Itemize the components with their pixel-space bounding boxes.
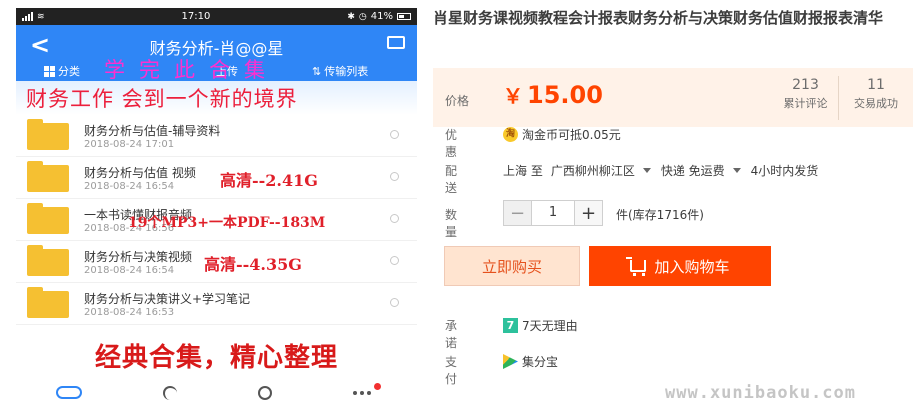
- quantity-label: 数量: [445, 208, 458, 239]
- file-row[interactable]: 财务分析与决策讲义+学习笔记 2018-08-24 16:53: [16, 283, 417, 325]
- chevron-down-icon[interactable]: [732, 168, 741, 173]
- file-row[interactable]: 财务分析与估值 视频 2018-08-24 16:54: [16, 157, 417, 199]
- transfer-icon: ⇅: [312, 64, 322, 78]
- quantity-input[interactable]: 1: [531, 201, 575, 225]
- quantity-stepper: − 1 +: [503, 200, 603, 226]
- payment-label: 支付: [445, 355, 458, 386]
- ship-from: 上海 至: [503, 164, 543, 178]
- folder-icon: [27, 245, 69, 276]
- overlay-size-mp3: 19个MP3+一本PDF--183M: [128, 215, 326, 231]
- add-to-cart-button[interactable]: 加入购物车: [589, 246, 771, 286]
- banner-bottom-caption: 经典合集，精心整理: [16, 327, 417, 383]
- alarm-icon: ◷: [358, 11, 367, 22]
- file-name: 财务分析与决策讲义+学习笔记: [84, 292, 251, 306]
- select-radio[interactable]: [390, 298, 399, 307]
- price-currency: ￥: [503, 84, 523, 108]
- more-icon[interactable]: [352, 383, 381, 400]
- folder-icon: [27, 287, 69, 318]
- buy-now-button[interactable]: 立即购买: [444, 246, 580, 286]
- stat-sales: 11 交易成功: [843, 77, 909, 111]
- file-list: 财务分析与估值-辅导资料 2018-08-24 17:01 财务分析与估值 视频…: [16, 115, 417, 325]
- taobao-coin-icon: 淘: [503, 127, 518, 142]
- select-radio[interactable]: [390, 256, 399, 265]
- stat-value: 11: [867, 77, 885, 93]
- battery-icon: [396, 13, 411, 20]
- transfer-list-button[interactable]: ⇅ 传输列表: [312, 63, 368, 79]
- wifi-icon: ≋: [37, 11, 45, 22]
- notification-dot: [373, 383, 381, 390]
- select-radio[interactable]: [390, 214, 399, 223]
- status-time: 17:10: [181, 11, 211, 22]
- promo-value: 淘 淘金币可抵0.05元: [503, 126, 621, 143]
- price-label: 价格: [445, 94, 470, 108]
- price-panel: 价格 ￥ 15.00 213 累计评论 11 交易成功: [433, 68, 913, 127]
- select-radio[interactable]: [390, 130, 399, 139]
- file-date: 2018-08-24 17:01: [84, 139, 175, 150]
- category-label: 分类: [58, 65, 80, 78]
- ship-destination[interactable]: 广西柳州柳江区: [551, 162, 635, 179]
- price-amount: 15.00: [527, 81, 603, 109]
- file-name: 财务分析与估值 视频: [84, 166, 196, 180]
- overlay-size-hd1: 高清--2.41G: [220, 171, 318, 190]
- shipping-value: 上海 至 广西柳州柳江区 快递 免运费 4小时内发货: [503, 162, 818, 179]
- banner-top-caption: 财务工作 会到一个新的境界: [16, 81, 417, 115]
- page: ≋ 17:10 ✱ ◷ 41% < 财务分析-肖@@星 分类 上传 ⇅ 传输列表…: [0, 0, 918, 403]
- chevron-down-icon[interactable]: [642, 168, 651, 173]
- increase-button[interactable]: +: [575, 201, 602, 225]
- select-radio[interactable]: [390, 172, 399, 181]
- file-name: 财务分析与估值-辅导资料: [84, 124, 221, 138]
- stat-caption: 交易成功: [854, 97, 898, 110]
- clock-icon[interactable]: [257, 386, 272, 400]
- jifenbao-icon: [503, 354, 518, 369]
- transfer-label: 传输列表: [324, 65, 369, 78]
- category-button[interactable]: 分类: [44, 63, 80, 79]
- stat-reviews[interactable]: 213 累计评论: [778, 77, 833, 111]
- ship-time: 4小时内发货: [750, 164, 819, 178]
- watermark: www.xunibaoku.com: [665, 383, 856, 403]
- bluetooth-icon: ✱: [347, 11, 355, 22]
- promise-label: 承诺: [445, 319, 458, 350]
- promise-value[interactable]: 7 7天无理由: [503, 317, 578, 334]
- stat-caption: 累计评论: [783, 97, 828, 110]
- divider: [838, 76, 839, 120]
- folder-icon: [27, 203, 69, 234]
- payment-value[interactable]: 集分宝: [503, 353, 558, 370]
- overlay-size-hd2: 高清--4.35G: [204, 255, 302, 274]
- cloud-icon[interactable]: [56, 386, 83, 399]
- folder-icon: [27, 119, 69, 150]
- battery-percent: 41%: [370, 11, 393, 22]
- promise-text: 7天无理由: [522, 319, 578, 333]
- file-date: 2018-08-24 16:54: [84, 181, 175, 192]
- share-icon[interactable]: [163, 386, 178, 400]
- stock-text: 件(库存1716件): [616, 208, 704, 222]
- file-date: 2018-08-24 16:54: [84, 265, 175, 276]
- file-date: 2018-08-24 16:53: [84, 307, 175, 318]
- seven-day-return-icon: 7: [503, 318, 518, 333]
- product-detail: 肖星财务课视频教程会计报表财务分析与决策财务估值财报报表清华 价格 ￥ 15.00…: [433, 8, 918, 386]
- decrease-button[interactable]: −: [504, 201, 531, 225]
- file-row[interactable]: 财务分析与估值-辅导资料 2018-08-24 17:01: [16, 115, 417, 157]
- payment-text: 集分宝: [522, 355, 559, 369]
- stat-value: 213: [792, 77, 819, 93]
- product-title: 肖星财务课视频教程会计报表财务分析与决策财务估值财报报表清华: [433, 9, 884, 27]
- folder-icon: [27, 161, 69, 192]
- overlay-caption-learn: 学完此合集: [104, 58, 279, 82]
- signal-icon: [22, 12, 33, 21]
- shipping-label: 配送: [445, 164, 458, 195]
- status-bar: ≋ 17:10 ✱ ◷ 41%: [16, 8, 417, 25]
- app-bar: < 财务分析-肖@@星 分类 上传 ⇅ 传输列表 学完此合集: [16, 25, 417, 82]
- grid-icon: [44, 65, 55, 77]
- cart-icon: [626, 257, 647, 276]
- product-image-phone-screenshot: ≋ 17:10 ✱ ◷ 41% < 财务分析-肖@@星 分类 上传 ⇅ 传输列表…: [16, 8, 417, 403]
- promo-text: 淘金币可抵0.05元: [522, 128, 621, 142]
- ship-method[interactable]: 快递 免运费: [661, 162, 725, 179]
- folder-icon[interactable]: [387, 36, 405, 49]
- file-name: 财务分析与决策视频: [84, 250, 193, 264]
- promo-label: 优惠: [445, 128, 458, 159]
- phone-tab-bar: [16, 383, 417, 403]
- add-to-cart-label: 加入购物车: [654, 257, 730, 276]
- price-value: ￥ 15.00: [503, 80, 603, 109]
